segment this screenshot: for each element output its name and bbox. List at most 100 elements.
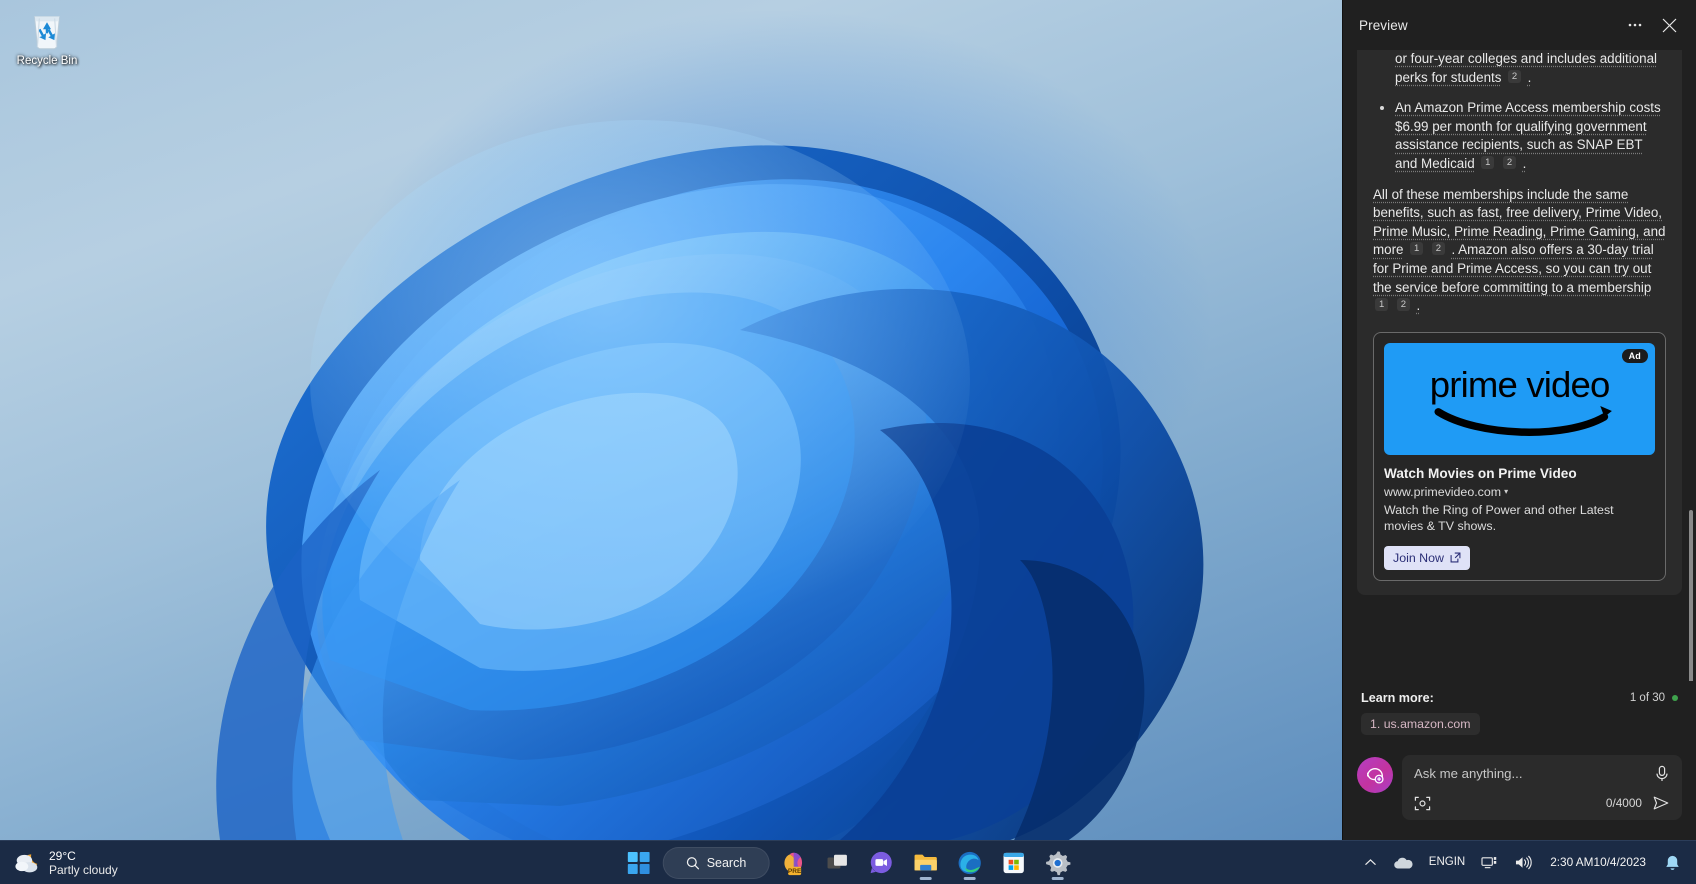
running-indicator [919, 877, 931, 880]
wallpaper-bloom-graphic [0, 0, 1342, 840]
citation-link[interactable]: 2 [1432, 242, 1445, 255]
ad-title: Watch Movies on Prime Video [1384, 466, 1655, 481]
network-button[interactable] [1474, 844, 1505, 882]
partly-cloudy-night-icon [14, 851, 40, 875]
ellipsis-icon [1626, 16, 1644, 34]
close-button[interactable] [1652, 10, 1686, 40]
running-indicator [963, 877, 975, 880]
ask-input[interactable] [1414, 764, 1654, 783]
citation-link[interactable]: 2 [1503, 156, 1516, 169]
svg-text:PRE: PRE [788, 868, 802, 875]
bullet-text-after: . [1523, 156, 1527, 171]
network-icon [1481, 855, 1498, 870]
citation-link[interactable]: 1 [1481, 156, 1494, 169]
file-explorer-icon [912, 851, 938, 875]
clock-time: 2:30 AM [1550, 855, 1593, 870]
scan-capture-icon [1414, 795, 1431, 812]
bullet-text: An Amazon Prime Access membership costs … [1395, 100, 1661, 171]
advertisement-card[interactable]: Ad prime video Watch Movies on Prime Vid… [1373, 332, 1666, 581]
taskbar-app-file-explorer[interactable]: File Explorer [905, 843, 945, 883]
weather-temperature: 29°C [49, 849, 118, 863]
close-icon [1662, 18, 1677, 33]
send-icon [1652, 794, 1670, 812]
task-view-icon [825, 851, 849, 875]
chevron-down-icon[interactable]: ▾ [1504, 487, 1508, 496]
ad-banner-image[interactable]: Ad prime video [1384, 343, 1655, 455]
language-line-2: IN [1454, 856, 1466, 869]
clock-date: 10/4/2023 [1594, 855, 1646, 870]
settings-gear-icon [1044, 850, 1070, 876]
notifications-button[interactable] [1657, 844, 1688, 882]
visual-search-button[interactable] [1414, 795, 1606, 812]
desktop-icon-recycle-bin[interactable]: Recycle Bin [8, 6, 86, 68]
language-line-1: ENG [1429, 856, 1454, 869]
result-counter: 1 of 30 [1630, 692, 1665, 704]
prime-video-logo-icon: prime video [1395, 357, 1644, 440]
composer-row: 0/4000 [1343, 747, 1696, 840]
panel-scrollbar-thumb[interactable] [1689, 510, 1693, 681]
bell-icon [1664, 854, 1681, 872]
character-counter: 0/4000 [1606, 796, 1642, 810]
chevron-up-icon [1364, 856, 1377, 869]
taskbar-app-settings[interactable]: Settings [1037, 843, 1077, 883]
copilot-icon [1365, 765, 1385, 785]
search-icon [686, 856, 700, 870]
taskbar-app-microsoft-designer-preview[interactable]: PRE Microsoft 365 (PRE) [773, 843, 813, 883]
onedrive-button[interactable] [1386, 844, 1420, 882]
taskbar-app-task-view[interactable]: Task View [817, 843, 857, 883]
microphone-button[interactable] [1654, 765, 1670, 782]
system-tray: ENG IN 2:30 AM 10/4/2023 [1357, 841, 1696, 884]
external-link-icon [1450, 552, 1461, 563]
composer: 0/4000 [1402, 755, 1682, 820]
taskbar-weather-widget[interactable]: 29°C Partly cloudy [0, 843, 128, 883]
source-index: 1. [1370, 717, 1380, 731]
running-indicator [1051, 877, 1063, 880]
composer-bottom-row: 0/4000 [1414, 794, 1670, 812]
composer-top-row [1414, 764, 1670, 783]
taskbar-app-microsoft-store[interactable]: Microsoft Store [993, 843, 1033, 883]
microsoft-edge-icon [956, 850, 982, 876]
learn-more-section: Learn more: 1 of 30 1. us.amazon.com [1343, 681, 1696, 747]
taskbar-app-chat[interactable]: Chat [861, 843, 901, 883]
weather-text: 29°C Partly cloudy [49, 849, 118, 877]
list-item: An Amazon Prime Access membership costs … [1373, 99, 1666, 173]
bullet-dot-icon [1380, 106, 1384, 110]
search-label: Search [707, 856, 747, 870]
answer-card: This is for members enrolled in two or f… [1357, 50, 1682, 595]
answer-bullet-list: or four-year colleges and includes addit… [1373, 50, 1666, 174]
citation-link[interactable]: 2 [1397, 298, 1410, 311]
desktop-wallpaper[interactable]: Recycle Bin [0, 0, 1342, 840]
language-indicator[interactable]: ENG IN [1422, 844, 1472, 882]
microphone-icon [1654, 765, 1670, 782]
status-indicator-dot [1672, 695, 1678, 701]
volume-icon [1514, 855, 1532, 870]
list-item: or four-year colleges and includes addit… [1373, 50, 1666, 87]
ad-description: Watch the Ring of Power and other Latest… [1384, 502, 1655, 535]
clock-button[interactable]: 2:30 AM 10/4/2023 [1541, 844, 1655, 882]
microsoft-store-icon [1001, 851, 1025, 875]
copilot-new-topic-button[interactable] [1357, 757, 1393, 793]
join-now-button[interactable]: Join Now [1384, 546, 1470, 570]
ad-url-text: www.primevideo.com [1384, 485, 1501, 499]
send-button[interactable] [1652, 794, 1670, 812]
source-label: us.amazon.com [1384, 717, 1471, 731]
taskbar-app-microsoft-edge[interactable]: Microsoft Edge [949, 843, 989, 883]
taskbar-search-button[interactable]: Search [663, 847, 770, 879]
panel-scroll-area[interactable]: This is for members enrolled in two or f… [1343, 50, 1696, 681]
ad-url[interactable]: www.primevideo.com▾ [1384, 485, 1655, 499]
panel-title: Preview [1359, 18, 1618, 33]
source-link-chip[interactable]: 1. us.amazon.com [1361, 713, 1480, 735]
cloud-icon [1393, 856, 1413, 870]
learn-more-title: Learn more: [1361, 691, 1630, 705]
microsoft-365-icon: PRE [780, 850, 806, 876]
citation-link[interactable]: 1 [1375, 298, 1388, 311]
start-button[interactable]: Start [619, 843, 659, 883]
join-now-label: Join Now [1393, 551, 1444, 565]
answer-paragraph: All of these memberships include the sam… [1373, 186, 1666, 316]
panel-header: Preview [1343, 0, 1696, 50]
more-options-button[interactable] [1618, 10, 1652, 40]
show-hidden-icons-button[interactable] [1357, 844, 1384, 882]
volume-button[interactable] [1507, 844, 1539, 882]
citation-link[interactable]: 2 [1508, 70, 1521, 83]
citation-link[interactable]: 1 [1410, 242, 1423, 255]
